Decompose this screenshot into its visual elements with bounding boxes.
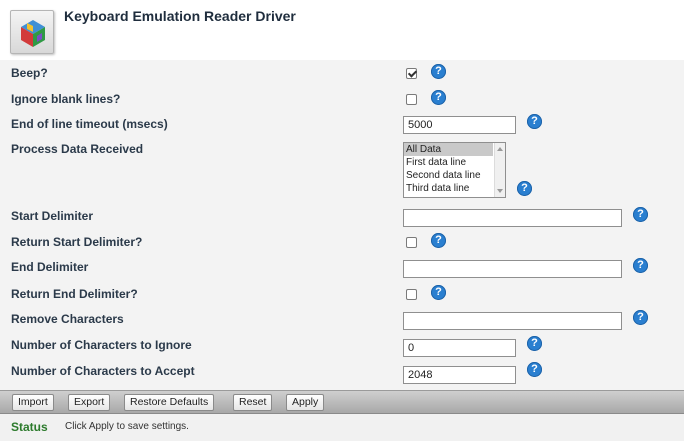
end-delimiter-label: End Delimiter (11, 260, 89, 274)
start-delimiter-input[interactable] (403, 209, 622, 227)
restore-defaults-button[interactable]: Restore Defaults (124, 394, 215, 411)
listbox-option[interactable]: All Data (404, 143, 493, 156)
start-delimiter-help-icon[interactable]: ? (633, 207, 648, 222)
listbox-option[interactable]: Second data line (404, 169, 493, 182)
start-delimiter-label: Start Delimiter (11, 209, 94, 223)
process-data-received-listbox[interactable]: All Data First data line Second data lin… (403, 142, 506, 198)
import-button[interactable]: Import (12, 394, 54, 411)
chars-to-ignore-label: Number of Characters to Ignore (11, 338, 192, 352)
listbox-scrollbar[interactable] (494, 143, 505, 197)
status-bar: Status Click Apply to save settings. (0, 414, 684, 441)
return-end-delimiter-checkbox[interactable] (406, 289, 417, 300)
chars-to-accept-input[interactable] (403, 366, 516, 384)
status-label: Status (11, 420, 48, 434)
status-message: Click Apply to save settings. (65, 421, 189, 432)
remove-characters-input[interactable] (403, 312, 622, 330)
chars-to-accept-label: Number of Characters to Accept (11, 364, 195, 378)
end-delimiter-help-icon[interactable]: ? (633, 258, 648, 273)
apply-button[interactable]: Apply (286, 394, 325, 411)
beep-label: Beep? (11, 66, 48, 80)
return-start-delimiter-checkbox[interactable] (406, 237, 417, 248)
action-toolbar: Import Export Restore Defaults Reset App… (0, 390, 684, 414)
scroll-down-icon[interactable] (497, 189, 503, 193)
chars-to-ignore-help-icon[interactable]: ? (527, 336, 542, 351)
scroll-up-icon[interactable] (497, 147, 503, 151)
export-button[interactable]: Export (68, 394, 111, 411)
end-of-line-timeout-help-icon[interactable]: ? (527, 114, 542, 129)
remove-characters-label: Remove Characters (11, 312, 124, 326)
process-data-received-label: Process Data Received (11, 142, 144, 156)
listbox-option[interactable]: Third data line (404, 182, 493, 195)
end-of-line-timeout-input[interactable] (403, 116, 516, 134)
page-title: Keyboard Emulation Reader Driver (64, 8, 296, 24)
chars-to-ignore-input[interactable] (403, 339, 516, 357)
driver-app-icon (10, 10, 54, 54)
remove-characters-help-icon[interactable]: ? (633, 310, 648, 325)
end-of-line-timeout-label: End of line timeout (msecs) (11, 117, 168, 131)
page-header: Keyboard Emulation Reader Driver (0, 0, 684, 58)
end-delimiter-input[interactable] (403, 260, 622, 278)
return-start-delimiter-label: Return Start Delimiter? (11, 235, 143, 249)
process-data-received-help-icon[interactable]: ? (517, 181, 532, 196)
ignore-blank-lines-label: Ignore blank lines? (11, 92, 121, 106)
ignore-blank-lines-help-icon[interactable]: ? (431, 90, 446, 105)
ignore-blank-lines-checkbox[interactable] (406, 94, 417, 105)
beep-checkbox[interactable] (406, 68, 417, 79)
return-start-delimiter-help-icon[interactable]: ? (431, 233, 446, 248)
listbox-option[interactable]: First data line (404, 156, 493, 169)
return-end-delimiter-help-icon[interactable]: ? (431, 285, 446, 300)
reset-button[interactable]: Reset (233, 394, 273, 411)
chars-to-accept-help-icon[interactable]: ? (527, 362, 542, 377)
beep-help-icon[interactable]: ? (431, 64, 446, 79)
return-end-delimiter-label: Return End Delimiter? (11, 287, 138, 301)
